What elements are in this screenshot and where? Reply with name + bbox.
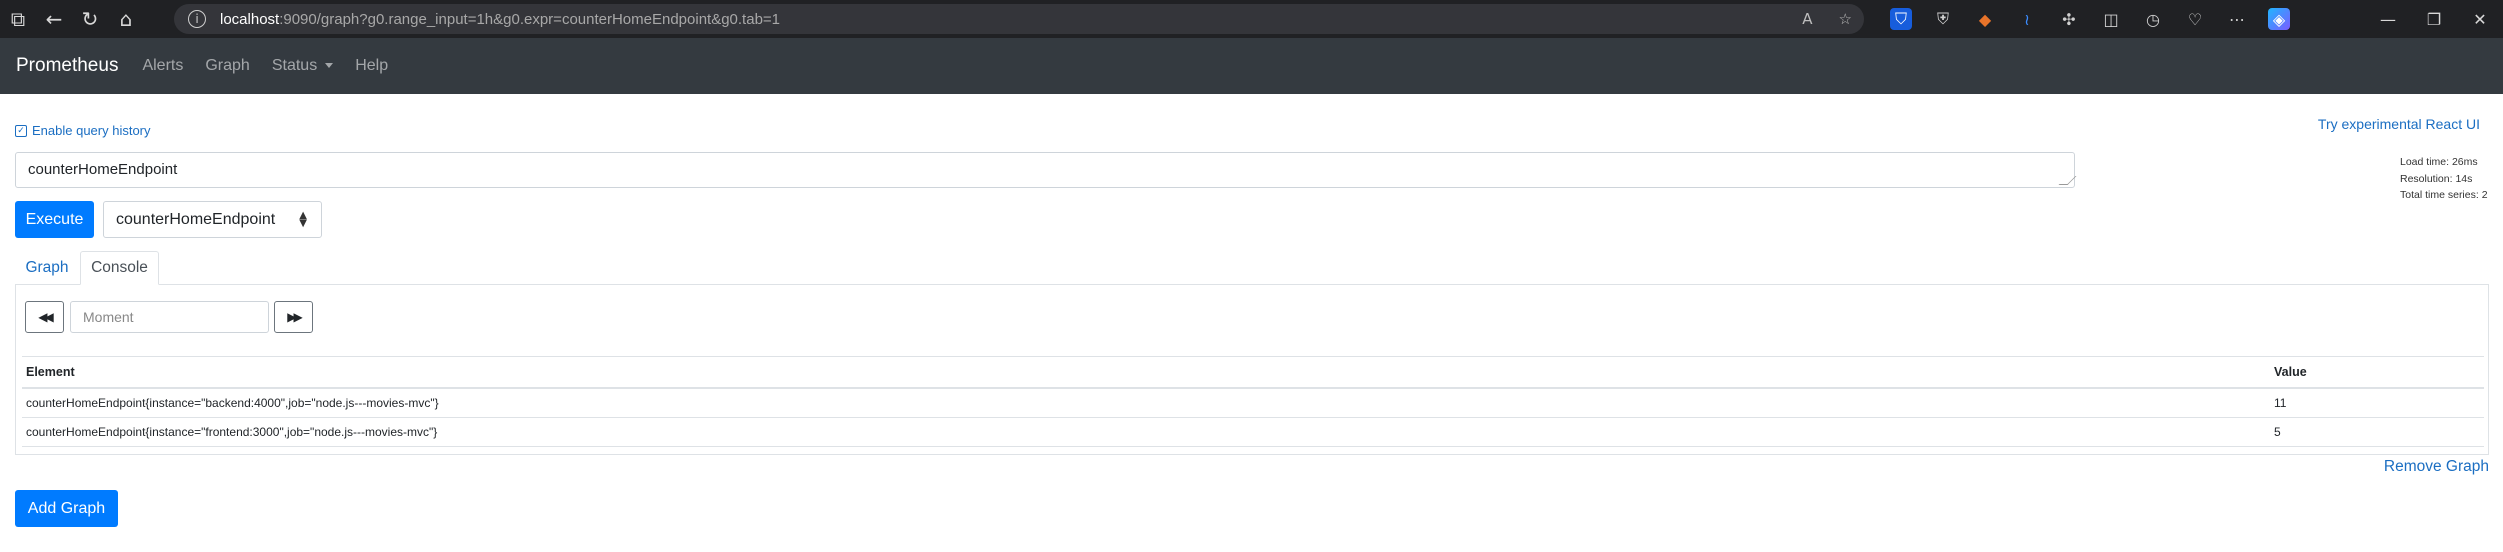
metric-select-value: counterHomeEndpoint [116, 210, 276, 228]
health-icon[interactable]: ♡ [2184, 8, 2206, 30]
restore-icon[interactable]: ❐ [2411, 0, 2457, 38]
console-panel: ◀◀ Moment ▶▶ Element Value counterHomeEn… [15, 284, 2489, 455]
more-icon[interactable]: ⋯ [2226, 8, 2248, 30]
tab-graph[interactable]: Graph [15, 251, 79, 285]
read-aloud-icon[interactable]: A [1802, 10, 1812, 28]
nav-help[interactable]: Help [355, 57, 388, 75]
url-host: localhost [220, 10, 280, 28]
table-row: counterHomeEndpoint{instance="backend:40… [22, 388, 2484, 418]
header-element: Element [22, 356, 2270, 389]
back-icon[interactable]: ← [36, 0, 72, 38]
history-icon[interactable]: ◷ [2142, 8, 2164, 30]
url-path: :9090/graph?g0.range_input=1h&g0.expr=co… [279, 10, 781, 28]
wave-icon[interactable]: ≀ [2016, 8, 2038, 30]
select-arrows-icon: ▲ ▼ [299, 210, 307, 229]
row-element: counterHomeEndpoint{instance="frontend:3… [22, 417, 2270, 447]
step-back-button[interactable]: ◀◀ [25, 301, 64, 333]
add-graph-button[interactable]: Add Graph [15, 490, 118, 527]
table-row: counterHomeEndpoint{instance="frontend:3… [22, 417, 2484, 447]
nav-status-label: Status [271, 57, 318, 74]
caret-down-icon [325, 63, 334, 69]
site-info-icon[interactable]: i [188, 10, 206, 28]
minimize-icon[interactable]: — [2365, 0, 2411, 38]
home-icon[interactable]: ⌂ [108, 0, 144, 38]
total-time-series: Total time series: 2 [2400, 189, 2488, 201]
browser-toolbar: ⧉ ← ↻ ⌂ i localhost:9090/graph?g0.range_… [0, 0, 2503, 38]
checkbox-icon[interactable]: ✓ [15, 124, 27, 137]
resize-grip-icon[interactable] [2058, 176, 2077, 185]
execute-button[interactable]: Execute [15, 201, 94, 238]
resolution: Resolution: 14s [2400, 172, 2473, 185]
table-header-row: Element Value [22, 356, 2484, 389]
copilot-icon[interactable]: ◈ [2268, 8, 2290, 30]
enable-query-history[interactable]: ✓ Enable query history [15, 123, 151, 138]
tab-console[interactable]: Console [80, 251, 159, 285]
moment-input[interactable]: Moment [70, 301, 269, 333]
fast-forward-icon: ▶▶ [287, 310, 303, 324]
enable-history-label: Enable query history [32, 123, 151, 138]
metric-select[interactable]: counterHomeEndpoint ▲ ▼ [103, 201, 322, 238]
favorite-icon[interactable]: ☆ [1839, 10, 1852, 28]
refresh-icon[interactable]: ↻ [72, 0, 108, 38]
url-text[interactable]: localhost:9090/graph?g0.range_input=1h&g… [220, 11, 780, 28]
nav-graph[interactable]: Graph [205, 57, 249, 75]
expression-text: counterHomeEndpoint [28, 161, 178, 178]
address-bar[interactable]: i localhost:9090/graph?g0.range_input=1h… [174, 4, 1864, 34]
extensions-icon[interactable]: ✣ [2058, 8, 2080, 30]
nav-alerts[interactable]: Alerts [142, 57, 183, 75]
react-ui-link[interactable]: Try experimental React UI [2318, 116, 2480, 132]
row-value: 5 [2270, 417, 2484, 447]
rewind-icon: ◀◀ [38, 310, 54, 324]
nav-status[interactable]: Status [271, 57, 334, 75]
results-table: Element Value counterHomeEndpoint{instan… [22, 356, 2484, 447]
step-forward-button[interactable]: ▶▶ [274, 301, 313, 333]
remove-graph-link[interactable]: Remove Graph [2384, 458, 2489, 476]
load-time: Load time: 26ms [2400, 156, 2478, 168]
query-stats: Load time: 26ms Resolution: 14s Total ti… [2400, 154, 2488, 204]
brand-link[interactable]: Prometheus [16, 55, 118, 77]
expression-input[interactable]: counterHomeEndpoint [15, 152, 2077, 188]
tabs-icon[interactable]: ⧉ [0, 0, 36, 38]
header-value: Value [2270, 356, 2484, 389]
bitwarden-icon[interactable]: ⛉ [1890, 8, 1912, 30]
close-icon[interactable]: ✕ [2457, 0, 2503, 38]
row-value: 11 [2270, 388, 2484, 418]
prometheus-navbar: Prometheus Alerts Graph Status Help [0, 38, 2503, 94]
split-screen-icon[interactable]: ◫ [2100, 8, 2122, 30]
shield-icon[interactable]: ⛨ [1932, 8, 1954, 30]
row-element: counterHomeEndpoint{instance="backend:40… [22, 388, 2270, 418]
fox-icon[interactable]: ◆ [1974, 8, 1996, 30]
